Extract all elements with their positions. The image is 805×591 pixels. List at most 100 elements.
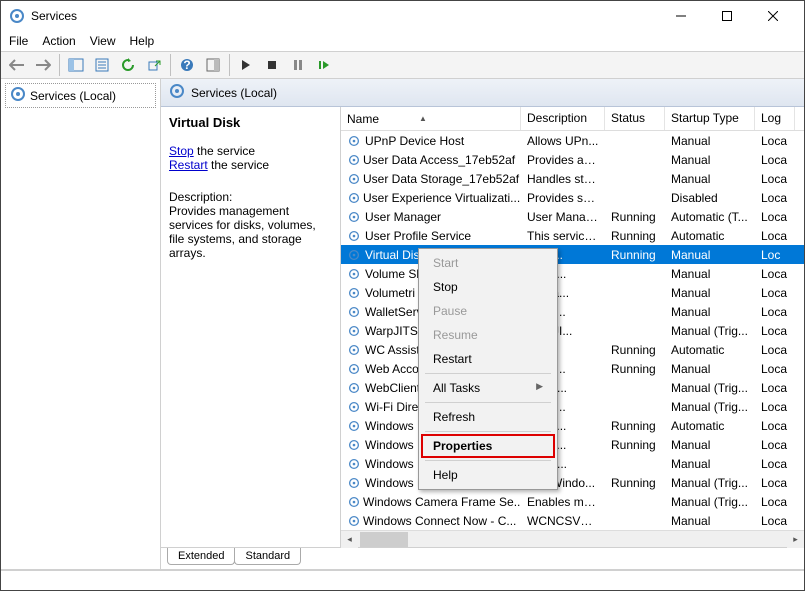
- service-logon-cell: Loca: [755, 362, 795, 376]
- table-row[interactable]: Volume Shes an...ManualLoca: [341, 264, 804, 283]
- gear-icon: [347, 457, 363, 471]
- service-logon-cell: Loca: [755, 419, 795, 433]
- table-row[interactable]: Windowses au...RunningManualLoca: [341, 435, 804, 454]
- scrollbar-thumb[interactable]: [360, 532, 408, 547]
- service-name-cell: User Data Access_17eb52af: [363, 153, 515, 167]
- table-row[interactable]: Windows Camera Frame Se...Enables mul...…: [341, 492, 804, 511]
- scroll-left-icon[interactable]: ◂: [341, 531, 358, 548]
- scroll-right-icon[interactable]: ▸: [787, 531, 804, 548]
- menu-help[interactable]: Help: [130, 34, 155, 48]
- horizontal-scrollbar[interactable]: ◂ ▸: [341, 530, 804, 547]
- tab-standard[interactable]: Standard: [234, 548, 301, 565]
- service-startup-cell: Manual (Trig...: [665, 381, 755, 395]
- table-row[interactable]: WC Assistare ...RunningAutomaticLoca: [341, 340, 804, 359]
- service-logon-cell: Loca: [755, 172, 795, 186]
- svg-text:?: ?: [183, 58, 190, 72]
- service-logon-cell: Loca: [755, 495, 795, 509]
- table-row[interactable]: Wi-Fi Direes co...Manual (Trig...Loca: [341, 397, 804, 416]
- cm-start: Start: [421, 251, 555, 275]
- table-row[interactable]: WarpJITSves a JI...Manual (Trig...Loca: [341, 321, 804, 340]
- service-startup-cell: Automatic: [665, 229, 755, 243]
- table-row[interactable]: User Profile ServiceThis service ...Runn…: [341, 226, 804, 245]
- service-desc-cell: Allows UPn...: [521, 134, 605, 148]
- service-startup-cell: Manual: [665, 305, 755, 319]
- pause-service-button[interactable]: [286, 53, 310, 77]
- service-name-cell: Windows Connect Now - C...: [363, 514, 516, 528]
- table-row[interactable]: User Data Storage_17eb52afHandles sto...…: [341, 169, 804, 188]
- show-hide-tree-button[interactable]: [64, 53, 88, 77]
- toolbar: ?: [1, 51, 804, 79]
- service-startup-cell: Manual: [665, 267, 755, 281]
- service-desc-cell: WCNCSVC ...: [521, 514, 605, 528]
- service-logon-cell: Loca: [755, 229, 795, 243]
- gear-icon: [347, 134, 363, 148]
- properties-toolbar-button[interactable]: [90, 53, 114, 77]
- gear-icon: [347, 324, 363, 338]
- column-header-startup[interactable]: Startup Type: [665, 107, 755, 130]
- stop-service-link[interactable]: Stop: [169, 144, 194, 158]
- tab-extended[interactable]: Extended: [167, 548, 235, 565]
- chevron-right-icon: ▶: [536, 381, 543, 392]
- restart-service-button[interactable]: [312, 53, 336, 77]
- service-status-cell: Running: [605, 476, 665, 490]
- cm-all-tasks[interactable]: All Tasks▶: [421, 376, 555, 400]
- service-name-cell: Virtual Dis: [365, 248, 419, 262]
- action-pane-button[interactable]: [201, 53, 225, 77]
- cm-refresh[interactable]: Refresh: [421, 405, 555, 429]
- service-status-cell: Running: [605, 419, 665, 433]
- service-startup-cell: Manual: [665, 286, 755, 300]
- column-header-description[interactable]: Description: [521, 107, 605, 130]
- column-header-status[interactable]: Status: [605, 107, 665, 130]
- table-row[interactable]: User Experience Virtualizati...Provides …: [341, 188, 804, 207]
- table-row[interactable]: Windowses Wi...ManualLoca: [341, 454, 804, 473]
- table-row[interactable]: Windowses au...RunningAutomaticLoca: [341, 416, 804, 435]
- maximize-button[interactable]: [704, 1, 750, 31]
- column-header-name[interactable]: Name▲: [341, 107, 521, 130]
- stop-service-button[interactable]: [260, 53, 284, 77]
- service-startup-cell: Manual (Trig...: [665, 324, 755, 338]
- service-name-cell: User Experience Virtualizati...: [363, 191, 520, 205]
- gear-icon: [347, 248, 363, 262]
- table-row[interactable]: WebClients Win...Manual (Trig...Loca: [341, 378, 804, 397]
- service-startup-cell: Manual: [665, 514, 755, 528]
- service-status-cell: Running: [605, 248, 665, 262]
- table-row[interactable]: User Data Access_17eb52afProvides ap...M…: [341, 150, 804, 169]
- view-tabs: Extended Standard: [161, 547, 804, 569]
- service-name-cell: User Profile Service: [365, 229, 471, 243]
- help-toolbar-button[interactable]: ?: [175, 53, 199, 77]
- refresh-toolbar-button[interactable]: [116, 53, 140, 77]
- minimize-button[interactable]: [658, 1, 704, 31]
- back-button[interactable]: [5, 53, 29, 77]
- tree-root-services-local[interactable]: Services (Local): [5, 83, 156, 108]
- cm-help[interactable]: Help: [421, 463, 555, 487]
- table-row[interactable]: Web Accorvice ...RunningManualLoca: [341, 359, 804, 378]
- service-startup-cell: Automatic: [665, 343, 755, 357]
- column-header-logon[interactable]: Log: [755, 107, 795, 130]
- menu-view[interactable]: View: [90, 34, 116, 48]
- table-row[interactable]: WalletServobjec...ManualLoca: [341, 302, 804, 321]
- table-row[interactable]: Virtual Dises m...RunningManualLoc: [341, 245, 804, 264]
- restart-service-link[interactable]: Restart: [169, 158, 208, 172]
- export-button[interactable]: [142, 53, 166, 77]
- table-row[interactable]: Windows Connect Now - C... WCNCSVC ... Man…: [341, 511, 804, 530]
- menu-action[interactable]: Action: [42, 34, 75, 48]
- start-service-button[interactable]: [234, 53, 258, 77]
- close-button[interactable]: [750, 1, 796, 31]
- menu-file[interactable]: File: [9, 34, 28, 48]
- table-row[interactable]: Volumetrispatia...ManualLoca: [341, 283, 804, 302]
- service-status-cell: Running: [605, 362, 665, 376]
- service-logon-cell: Loc: [755, 248, 795, 262]
- gear-icon: [347, 286, 363, 300]
- table-row[interactable]: User ManagerUser Manag...RunningAutomati…: [341, 207, 804, 226]
- cm-restart[interactable]: Restart: [421, 347, 555, 371]
- table-row[interactable]: UPnP Device HostAllows UPn...ManualLoca: [341, 131, 804, 150]
- service-logon-cell: Loca: [755, 476, 795, 490]
- table-row[interactable]: Windows Biometric ServiceThe Windo...Run…: [341, 473, 804, 492]
- cm-properties[interactable]: Properties: [421, 434, 555, 458]
- gear-icon: [347, 267, 363, 281]
- forward-button[interactable]: [31, 53, 55, 77]
- cm-stop[interactable]: Stop: [421, 275, 555, 299]
- service-name-cell: Windows: [365, 419, 414, 433]
- service-logon-cell: Loca: [755, 153, 795, 167]
- menu-bar: File Action View Help: [1, 31, 804, 51]
